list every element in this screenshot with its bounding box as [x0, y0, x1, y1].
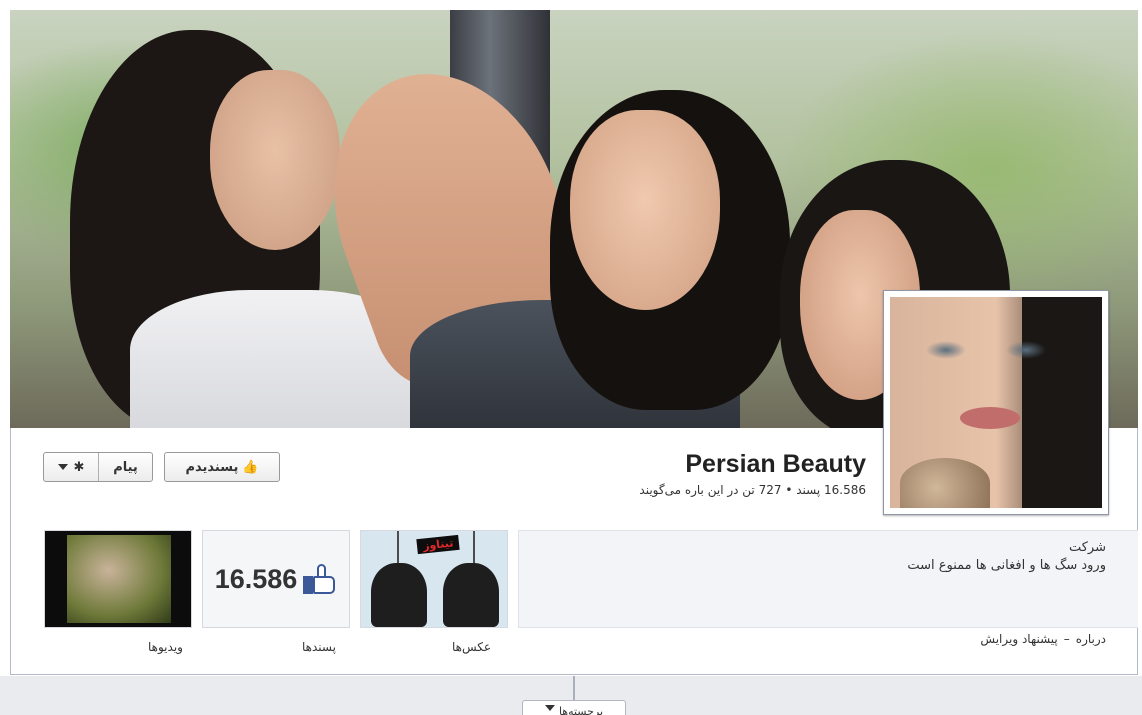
like-button-label: پسندیدم [185, 459, 239, 475]
gear-icon: ✱ [73, 459, 85, 475]
message-settings-group: ✱ پیام [43, 452, 153, 482]
photo-thumb-logo: تیناوز [416, 534, 461, 555]
page-title[interactable]: Persian Beauty [685, 450, 866, 479]
photo-silhouette [443, 563, 499, 627]
highlights-dropdown-button[interactable]: برجسته‌ها [522, 700, 626, 715]
profile-picture[interactable] [883, 290, 1109, 515]
chevron-down-icon [544, 705, 555, 711]
page-stats: 16.586 پسند • 727 تن در این باره می‌گوین… [639, 483, 866, 497]
page-category: شرکت [1068, 540, 1106, 555]
message-button-label: پیام [113, 459, 138, 475]
thumbs-up-hand [313, 576, 336, 594]
highlights-label: برجسته‌ها [558, 705, 604, 715]
video-frame [67, 535, 171, 623]
profile-flower [900, 458, 990, 508]
chevron-down-icon [57, 464, 68, 470]
thumbs-up-cuff [303, 576, 314, 594]
link-separator: – [1063, 632, 1070, 646]
photos-app-label[interactable]: عکس‌ها [452, 640, 491, 654]
profile-lips [960, 407, 1020, 429]
videos-app-thumbnail[interactable] [44, 530, 192, 628]
settings-dropdown-button[interactable]: ✱ [44, 453, 99, 481]
thumbs-up-finger [317, 564, 327, 578]
likes-app-label[interactable]: پسندها [302, 640, 336, 654]
about-link[interactable]: درباره [1076, 632, 1106, 646]
photo-silhouette [371, 563, 427, 627]
profile-eyes [916, 337, 1056, 363]
likes-count: 16.586 [214, 563, 298, 594]
page-description: ورود سگ ها و افغانی ها ممنوع است [907, 558, 1106, 573]
likes-app-thumbnail[interactable]: 16.586 [202, 530, 350, 628]
message-button[interactable]: پیام [99, 453, 152, 481]
photos-app-thumbnail[interactable]: تیناوز [360, 530, 508, 628]
cover-figure [210, 70, 340, 250]
cover-figure [570, 110, 720, 310]
thumbs-up-icon: 👍 [242, 459, 259, 475]
profile-picture-image [890, 297, 1102, 508]
profile-hair [1022, 297, 1102, 508]
timeline-line [573, 676, 575, 700]
thumbs-up-icon [303, 564, 337, 594]
about-links: درباره – پیشنهاد ویرایش [980, 632, 1106, 646]
videos-app-label[interactable]: ویدیوها [148, 640, 183, 654]
suggest-edit-link[interactable]: پیشنهاد ویرایش [980, 632, 1057, 646]
about-box[interactable]: شرکت ورود سگ ها و افغانی ها ممنوع است [518, 530, 1138, 628]
like-page-button[interactable]: 👍 پسندیدم [164, 452, 280, 482]
